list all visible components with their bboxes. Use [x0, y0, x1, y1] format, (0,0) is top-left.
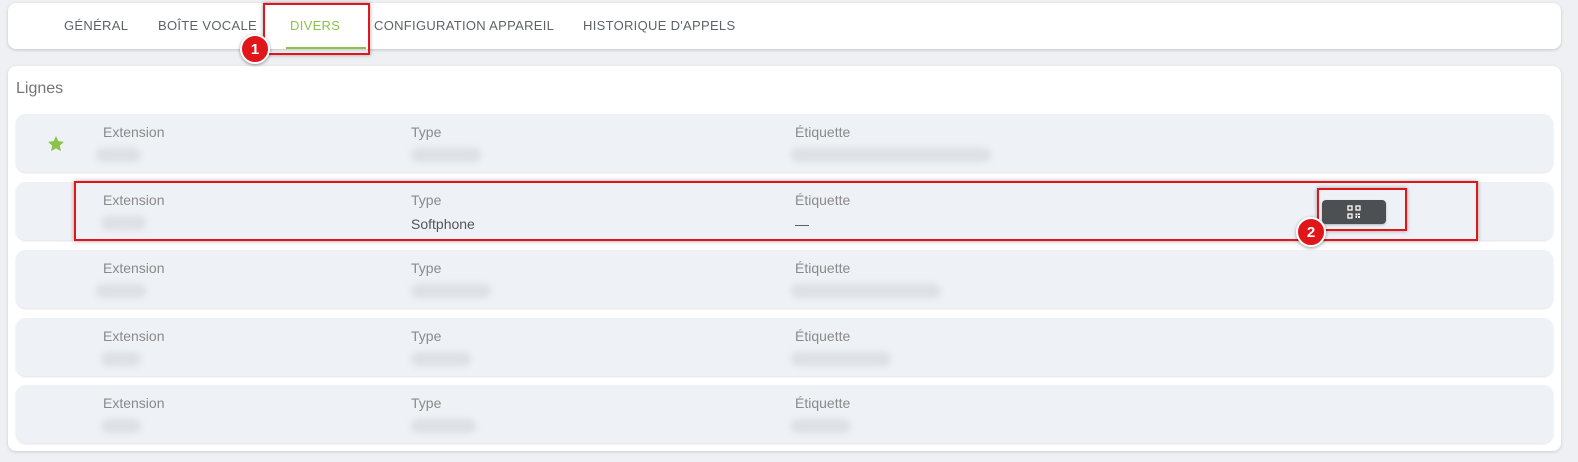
extension-value-blurred: [96, 148, 141, 162]
favorite-star-icon: [48, 136, 64, 152]
type-label: Type: [411, 395, 442, 411]
extension-value-blurred: [101, 352, 141, 366]
type-value-blurred: [411, 419, 476, 433]
extension-value-blurred: [101, 419, 141, 433]
extension-value-blurred: [96, 284, 146, 298]
line-row[interactable]: Extension Type Étiquette: [16, 250, 1553, 308]
tab-call-history[interactable]: HISTORIQUE D'APPELS: [583, 3, 735, 49]
annotation-badge-2: 2: [1296, 217, 1326, 247]
label-value-blurred: [791, 284, 941, 298]
highlight-box-softphone-row: [74, 181, 1478, 241]
section-title: Lignes: [16, 80, 64, 97]
line-row[interactable]: Extension Type Étiquette: [16, 114, 1553, 172]
type-label: Type: [411, 124, 442, 140]
highlight-box-divers-tab: [263, 3, 370, 55]
label-label: Étiquette: [795, 124, 851, 140]
type-label: Type: [411, 328, 442, 344]
tab-device-configuration[interactable]: CONFIGURATION APPAREIL: [374, 3, 554, 49]
extension-label: Extension: [103, 395, 165, 411]
annotation-badge-1: 1: [240, 34, 270, 64]
label-value-blurred: [791, 148, 991, 162]
highlight-box-qr-button: [1317, 188, 1407, 231]
lines-panel: Lignes Extension Type Étiquette Extensio…: [8, 66, 1561, 451]
line-row[interactable]: Extension Type Étiquette: [16, 385, 1553, 443]
label-label: Étiquette: [795, 328, 851, 344]
label-label: Étiquette: [795, 395, 851, 411]
label-value-blurred: [791, 419, 851, 433]
type-value-blurred: [411, 284, 491, 298]
type-value-blurred: [411, 352, 471, 366]
extension-label: Extension: [103, 124, 165, 140]
label-label: Étiquette: [795, 260, 851, 276]
extension-label: Extension: [103, 328, 165, 344]
tab-general[interactable]: GÉNÉRAL: [64, 3, 128, 49]
extension-label: Extension: [103, 260, 165, 276]
type-label: Type: [411, 260, 442, 276]
line-row[interactable]: Extension Type Étiquette: [16, 318, 1553, 376]
type-value-blurred: [411, 148, 481, 162]
label-value-blurred: [791, 352, 891, 366]
